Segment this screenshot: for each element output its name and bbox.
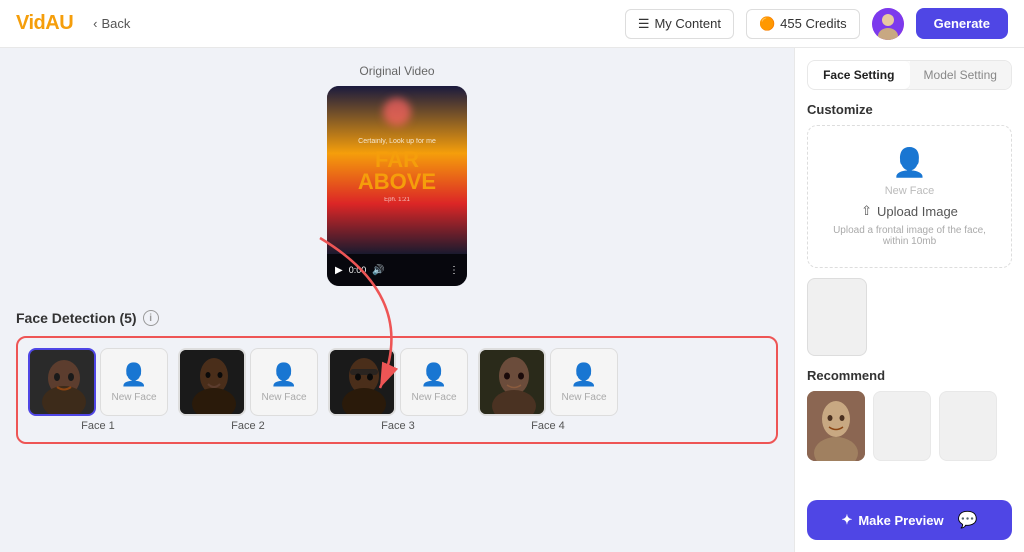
time-display: 0:00 (349, 265, 367, 275)
video-title-far: FAR (358, 149, 436, 171)
generate-label: Generate (934, 16, 990, 31)
credits-label: 455 Credits (780, 16, 846, 31)
face-3-new-placeholder[interactable]: 👤 New Face (400, 348, 468, 416)
make-preview-icon: ✦ (841, 512, 852, 528)
person-icon-1: 👤 (120, 362, 147, 388)
upload-cloud-icon: ⇧ (861, 203, 872, 219)
new-face-label-4: New Face (561, 392, 606, 403)
face-group-2: 👤 New Face Face 2 (178, 348, 318, 432)
face-label-3: Face 3 (381, 420, 415, 432)
credits-button[interactable]: 🟠 455 Credits (746, 9, 860, 39)
more-button[interactable]: ⋮ (449, 265, 459, 276)
face-1-svg (30, 350, 96, 416)
face-label-1: Face 1 (81, 420, 115, 432)
face-blur-overlay (383, 98, 411, 126)
recommend-img-1[interactable] (807, 391, 865, 461)
video-controls: ▶ 0:00 🔊 ⋮ (327, 254, 467, 286)
video-title-above: ABOVE (358, 171, 436, 193)
my-content-icon: ☰ (638, 16, 650, 32)
new-face-label-1: New Face (111, 392, 156, 403)
recommend-img-2[interactable] (873, 391, 931, 461)
my-content-button[interactable]: ☰ My Content (625, 9, 734, 39)
header-right: ☰ My Content 🟠 455 Credits Generate (625, 8, 1008, 40)
avatar[interactable] (872, 8, 904, 40)
faces-container: 👤 New Face Face 1 (16, 336, 778, 444)
new-face-label-3: New Face (411, 392, 456, 403)
coin-icon: 🟠 (759, 16, 775, 32)
info-icon[interactable]: i (143, 310, 159, 326)
face-group-3: 👤 New Face Face 3 (328, 348, 468, 432)
generate-button[interactable]: Generate (916, 8, 1008, 39)
upload-area[interactable]: 👤 New Face ⇧ Upload Image Upload a front… (807, 125, 1012, 268)
face-group-1: 👤 New Face Face 1 (28, 348, 168, 432)
face-1-image[interactable] (28, 348, 96, 416)
face-detection-section: Face Detection (5) i (16, 310, 778, 444)
video-subtitle: Certainly, Look up for me (358, 138, 436, 145)
left-panel: Original Video Certainly, Look up for me… (0, 48, 794, 552)
preview-box (807, 278, 867, 356)
face-setting-tab[interactable]: Face Setting (808, 61, 910, 89)
face-label-4: Face 4 (531, 420, 565, 432)
video-verse: Eph. 1:21 (358, 197, 436, 203)
face-2-image[interactable] (178, 348, 246, 416)
face-4-new-placeholder[interactable]: 👤 New Face (550, 348, 618, 416)
upload-hint: Upload a frontal image of the face, with… (820, 225, 999, 247)
person-icon-2: 👤 (270, 362, 297, 388)
upload-image-label: Upload Image (877, 204, 958, 219)
face-pair-2: 👤 New Face (178, 348, 318, 416)
recommend-img-3[interactable] (939, 391, 997, 461)
face-4-svg (480, 350, 546, 416)
face-pair-1: 👤 New Face (28, 348, 168, 416)
chat-icon: 💬 (958, 510, 978, 530)
play-button[interactable]: ▶ (335, 265, 343, 276)
face-2-new-placeholder[interactable]: 👤 New Face (250, 348, 318, 416)
face-2-svg (180, 350, 246, 416)
model-setting-tab[interactable]: Model Setting (910, 61, 1012, 89)
face-3-svg (330, 350, 396, 416)
header: VidAU ‹ Back ☰ My Content 🟠 455 Credits … (0, 0, 1024, 48)
setting-tabs: Face Setting Model Setting (807, 60, 1012, 90)
main-content: Original Video Certainly, Look up for me… (0, 48, 1024, 552)
face-3-image[interactable] (328, 348, 396, 416)
recommend-face-1 (807, 391, 865, 461)
make-preview-button[interactable]: ✦ ✦ Make Preview Make Preview 💬 (807, 500, 1012, 540)
customize-title: Customize (807, 102, 1012, 117)
video-thumbnail: Certainly, Look up for me FAR ABOVE Eph.… (327, 86, 467, 254)
person-icon-3: 👤 (420, 362, 447, 388)
avatar-image (872, 8, 904, 40)
face-group-4: 👤 New Face Face 4 (478, 348, 618, 432)
volume-button[interactable]: 🔊 (372, 265, 384, 276)
logo-vid: Vid (16, 12, 45, 34)
back-button[interactable]: ‹ Back (85, 12, 138, 35)
back-label: Back (102, 16, 131, 31)
video-text-overlay: Certainly, Look up for me FAR ABOVE Eph.… (350, 130, 444, 211)
person-icon-4: 👤 (570, 362, 597, 388)
recommend-row (807, 391, 1012, 461)
logo: VidAU (16, 12, 73, 35)
customize-section: Customize 👤 New Face ⇧ Upload Image Uplo… (807, 102, 1012, 356)
back-chevron-icon: ‹ (93, 16, 97, 31)
upload-person-icon: 👤 (892, 146, 927, 179)
face-pair-3: 👤 New Face (328, 348, 468, 416)
recommend-title: Recommend (807, 368, 1012, 383)
face-detection-header: Face Detection (5) i (16, 310, 778, 326)
new-face-label-2: New Face (261, 392, 306, 403)
video-container: Certainly, Look up for me FAR ABOVE Eph.… (327, 86, 467, 286)
video-section: Original Video Certainly, Look up for me… (16, 64, 778, 286)
face-4-image[interactable] (478, 348, 546, 416)
new-face-text: New Face (885, 185, 935, 197)
face-detection-title: Face Detection (5) (16, 310, 137, 326)
face-1-new-placeholder[interactable]: 👤 New Face (100, 348, 168, 416)
logo-au: AU (45, 12, 73, 34)
video-label: Original Video (359, 64, 434, 78)
face-pair-4: 👤 New Face (478, 348, 618, 416)
my-content-label: My Content (654, 16, 720, 31)
upload-icon-row: ⇧ Upload Image (861, 203, 958, 219)
right-panel: Face Setting Model Setting Customize 👤 N… (794, 48, 1024, 552)
recommend-section: Recommend (807, 368, 1012, 461)
face-label-2: Face 2 (231, 420, 265, 432)
